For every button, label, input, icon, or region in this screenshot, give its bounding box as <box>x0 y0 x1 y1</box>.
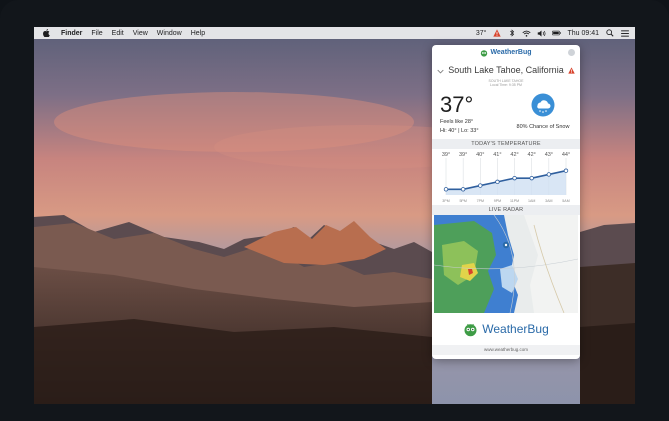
chart-value-label: 41° <box>493 152 501 158</box>
weather-alert-icon[interactable] <box>492 29 501 38</box>
chart-tick-label: 3AM <box>545 199 552 203</box>
current-conditions: 37° Feels like 28° Hi: 40° | Lo: 33° 80%… <box>432 87 580 139</box>
chart-value-label: 42° <box>510 152 518 158</box>
chart-value-label: 39° <box>442 152 450 158</box>
chart-point <box>529 175 534 181</box>
volume-icon[interactable] <box>537 29 546 38</box>
menu-bar: Finder File Edit View Window Help 37° Th… <box>34 27 635 39</box>
precip-chance: 80% Chance of Snow <box>516 124 570 130</box>
location-alert-icon[interactable] <box>567 61 575 79</box>
chart-point <box>495 179 500 185</box>
menu-finder[interactable]: Finder <box>61 30 82 37</box>
menubar-temperature[interactable]: 37° <box>476 30 487 37</box>
chart-point <box>546 172 552 177</box>
popover-header: WeatherBug <box>432 45 580 60</box>
apple-menu-icon[interactable] <box>43 29 51 38</box>
chart-tick-label: 7PM <box>477 199 484 203</box>
today-temperature-header: TODAY'S TEMPERATURE <box>432 139 580 149</box>
weatherbug-bug-icon <box>481 49 488 57</box>
website-link[interactable]: www.weatherbug.com <box>432 345 580 355</box>
laptop-bezel: Finder File Edit View Window Help 37° Th… <box>0 0 669 421</box>
chart-tick-label: 9PM <box>494 199 501 203</box>
footer-brand-name: WeatherBug <box>482 322 549 336</box>
menu-help[interactable]: Help <box>191 30 205 37</box>
desktop-screen: Finder File Edit View Window Help 37° Th… <box>34 27 635 404</box>
chart-tick-label: 3PM <box>442 199 449 203</box>
chart-point <box>478 183 483 188</box>
battery-icon[interactable] <box>552 29 562 38</box>
weatherbug-popover: WeatherBug South Lake Tahoe, California … <box>432 45 580 359</box>
temperature-chart: 39° 3PM 39° 5PM 40° 7PM 41° 9PM 42° 11PM 42° 1AM 43°… <box>432 149 580 205</box>
bluetooth-icon[interactable] <box>507 29 516 38</box>
chart-tick-label: 5AM <box>562 199 569 203</box>
wifi-icon[interactable] <box>522 29 532 38</box>
chart-point <box>443 187 449 192</box>
chart-value-label: 39° <box>459 152 467 158</box>
chart-tick-label: 1AM <box>528 199 535 203</box>
location-name[interactable]: South Lake Tahoe, California <box>448 65 563 75</box>
spotlight-search-icon[interactable] <box>605 29 614 38</box>
menu-window[interactable]: Window <box>157 30 182 37</box>
brand-name: WeatherBug <box>490 49 532 56</box>
weatherbug-logo: WeatherBug <box>480 49 532 57</box>
chart-value-label: 40° <box>476 152 484 158</box>
location-menu-icon[interactable] <box>437 61 444 79</box>
radar-location-pin-icon <box>502 241 510 249</box>
feels-like: Feels like 28° <box>440 119 474 125</box>
menu-edit[interactable]: Edit <box>112 30 124 37</box>
chart-tick-label: 11PM <box>510 199 519 203</box>
weatherbug-bug-logo-icon <box>464 323 477 336</box>
location-row: South Lake Tahoe, California <box>432 61 580 79</box>
chart-value-label: 42° <box>528 152 536 158</box>
footer-brand[interactable]: WeatherBug <box>432 313 580 345</box>
chart-tick-label: 5PM <box>459 199 466 203</box>
close-button[interactable] <box>568 49 575 56</box>
chart-value-label: 44° <box>562 152 570 158</box>
hi-lo: Hi: 40° | Lo: 33° <box>440 128 479 134</box>
menu-file[interactable]: File <box>91 30 102 37</box>
notification-center-icon[interactable] <box>620 29 629 38</box>
chart-point <box>512 175 517 181</box>
snow-cloud-icon <box>531 93 555 122</box>
chart-point <box>563 168 569 173</box>
chart-value-label: 43° <box>545 152 553 158</box>
radar-map[interactable] <box>433 214 579 314</box>
live-radar-header: LIVE RADAR <box>432 205 580 215</box>
chart-point <box>460 187 466 192</box>
menu-view[interactable]: View <box>133 30 148 37</box>
current-temperature: 37° <box>440 92 474 117</box>
menubar-clock[interactable]: Thu 09:41 <box>567 30 599 37</box>
